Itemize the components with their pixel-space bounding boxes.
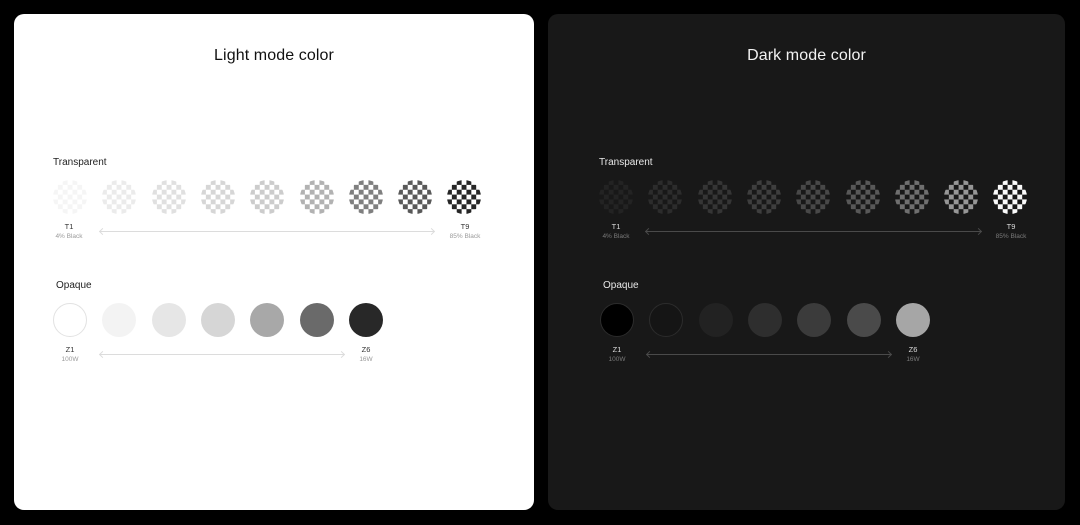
light-transparent-label: Transparent [53, 157, 107, 168]
light-opaque-start-sub: 100W [61, 356, 79, 363]
dark-transparent-swatch-t4 [746, 180, 781, 214]
light-opaque-swatch-2 [102, 303, 137, 337]
light-transparent-swatch-row [53, 180, 493, 214]
dark-opaque-swatch-6 [846, 303, 881, 337]
light-opaque-swatch-4 [200, 303, 235, 337]
dark-transparent-end-name: T9 [1006, 222, 1016, 231]
light-opaque-end-sub: 16W [359, 356, 373, 363]
light-transparent-swatch-t2 [102, 180, 137, 214]
dark-transparent-swatch-t5 [796, 180, 831, 214]
light-transparent-swatch-t3 [151, 180, 186, 214]
dark-transparent-end-label: T9 85% Black [986, 222, 1036, 242]
dark-transparent-start-name: T1 [611, 222, 621, 231]
dark-transparent-swatch-t6 [845, 180, 880, 214]
light-transparent-end-label: T9 85% Black [440, 222, 490, 242]
dark-panel-title: Dark mode color [747, 47, 866, 64]
light-transparent-swatch-t8 [398, 180, 433, 214]
light-transparent-swatch-t6 [299, 180, 334, 214]
light-transparent-start-sub: 4% Black [55, 233, 83, 240]
light-transparent-swatch-t5 [250, 180, 285, 214]
dark-opaque-start-sub: 100W [608, 356, 626, 363]
light-opaque-swatch-row [53, 303, 393, 337]
dark-opaque-swatch-7 [895, 303, 930, 337]
dark-opaque-swatch-5 [797, 303, 832, 337]
dark-transparent-label: Transparent [599, 157, 653, 168]
light-opaque-swatch-3 [151, 303, 186, 337]
light-transparent-swatch-t1 [53, 180, 87, 214]
light-transparent-swatch-t9 [447, 180, 482, 214]
light-mode-panel: Light mode color Transparent T1 4% Black… [14, 14, 534, 510]
dark-transparent-swatch-t8 [944, 180, 979, 214]
dark-opaque-end-name: Z6 [908, 345, 918, 354]
light-transparent-start-name: T1 [64, 222, 74, 231]
light-opaque-end-label: Z6 16W [341, 345, 391, 365]
light-opaque-start-name: Z1 [65, 345, 75, 354]
dark-transparent-end-sub: 85% Black [995, 233, 1027, 240]
dark-opaque-swatch-row [600, 303, 940, 337]
dark-opaque-label: Opaque [603, 280, 639, 291]
dark-transparent-swatch-t3 [697, 180, 732, 214]
light-opaque-swatch-5 [250, 303, 285, 337]
light-transparent-swatch-t4 [200, 180, 235, 214]
dark-transparent-swatch-t7 [894, 180, 929, 214]
dark-opaque-start-name: Z1 [612, 345, 622, 354]
dark-opaque-swatch-3 [698, 303, 733, 337]
light-opaque-start-label: Z1 100W [45, 345, 95, 365]
dark-opaque-end-label: Z6 16W [888, 345, 938, 365]
light-opaque-swatch-1 [53, 303, 87, 337]
light-opaque-swatch-7 [348, 303, 383, 337]
dark-opaque-swatch-2 [649, 303, 684, 337]
dark-transparent-start-label: T1 4% Black [591, 222, 641, 242]
light-transparent-range-line [100, 231, 434, 232]
light-transparent-end-name: T9 [460, 222, 470, 231]
light-opaque-label: Opaque [56, 280, 92, 291]
dark-opaque-range-line [647, 354, 891, 355]
light-opaque-range-line [100, 354, 344, 355]
dark-opaque-swatch-4 [747, 303, 782, 337]
light-panel-title: Light mode color [214, 47, 334, 64]
light-opaque-end-name: Z6 [361, 345, 371, 354]
dark-transparent-swatch-row [599, 180, 1039, 214]
dark-opaque-start-label: Z1 100W [592, 345, 642, 365]
light-opaque-swatch-6 [299, 303, 334, 337]
dark-mode-panel: Dark mode color Transparent T1 4% Black … [548, 14, 1065, 510]
light-transparent-swatch-t7 [348, 180, 383, 214]
dark-transparent-swatch-t1 [599, 180, 633, 214]
light-transparent-end-sub: 85% Black [449, 233, 481, 240]
dark-transparent-start-sub: 4% Black [602, 233, 630, 240]
dark-transparent-swatch-t2 [648, 180, 683, 214]
dark-opaque-swatch-1 [600, 303, 634, 337]
dark-transparent-range-line [646, 231, 981, 232]
dark-opaque-end-sub: 16W [906, 356, 920, 363]
light-transparent-start-label: T1 4% Black [44, 222, 94, 242]
dark-transparent-swatch-t9 [993, 180, 1028, 214]
